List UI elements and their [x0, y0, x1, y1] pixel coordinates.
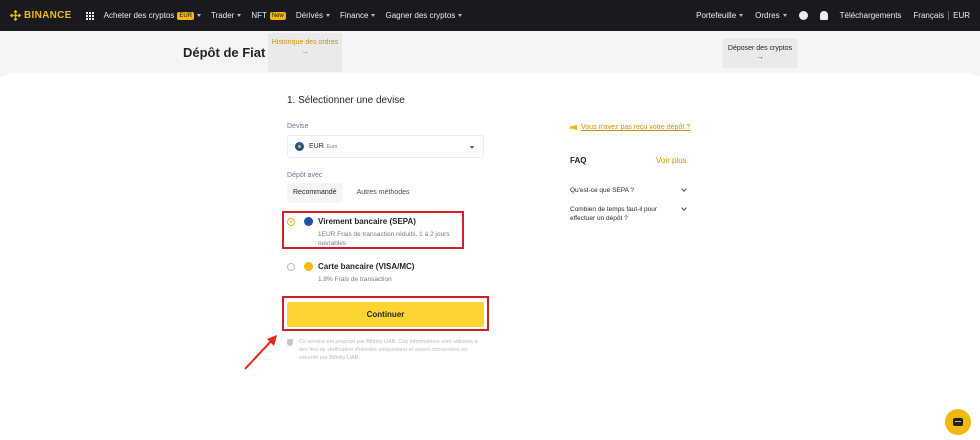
megaphone-icon — [570, 124, 577, 131]
nav-earn[interactable]: Gagner des cryptos — [385, 11, 463, 20]
top-navigation-bar: BINANCE Acheter des cryptos EUR Trader N… — [0, 0, 980, 31]
option-title: Carte bancaire (VISA/MC) — [318, 262, 415, 271]
chevron-down-icon — [458, 14, 463, 17]
nav-downloads[interactable]: Téléchargements — [840, 11, 902, 20]
binance-logo[interactable]: BINANCE — [10, 10, 72, 21]
faq-item[interactable]: Combien de temps faut-il pour effectuer … — [570, 205, 690, 223]
card-icon — [304, 262, 313, 271]
nav-trade[interactable]: Trader — [211, 11, 242, 20]
order-history-label: Historique des ordres — [271, 39, 339, 46]
disclaimer-text: Ce service est proposé par Bifinity UAB.… — [299, 339, 478, 361]
nav-label: Gagner des cryptos — [385, 11, 456, 20]
radio-selected[interactable] — [287, 218, 295, 226]
page-title: Dépôt de Fiat — [183, 45, 266, 60]
deposit-crypto-label: Déposer des cryptos — [727, 45, 793, 52]
option-sepa[interactable]: Virement bancaire (SEPA) 1EUR Frais de t… — [287, 216, 477, 247]
chat-button[interactable] — [945, 409, 971, 435]
nav-portfolio[interactable]: Portefeuille — [696, 11, 744, 20]
faq-title: FAQ — [570, 156, 587, 165]
nav-finance[interactable]: Finance — [340, 11, 376, 20]
chevron-down-icon — [197, 14, 202, 17]
chevron-down-icon — [326, 14, 331, 17]
chevron-down-icon — [470, 146, 474, 149]
method-tabs: Recommandé Autres méthodes — [287, 183, 416, 203]
user-icon[interactable] — [798, 11, 808, 20]
tab-recommended[interactable]: Recommandé — [287, 183, 343, 203]
arrow-right-icon: → — [756, 54, 764, 61]
continue-button[interactable]: Continuer — [287, 302, 484, 327]
chevron-down-icon — [237, 14, 242, 17]
main-nav: Acheter des cryptos EUR Trader NFT New D… — [104, 11, 473, 20]
option-description: 1.8% Frais de transaction — [318, 276, 392, 283]
chevron-down-icon — [681, 186, 687, 192]
bell-icon[interactable] — [819, 11, 828, 20]
chat-icon — [953, 418, 963, 426]
new-tag: New — [269, 11, 286, 20]
currency-name: Euro — [326, 143, 338, 150]
grid-icon[interactable] — [85, 11, 94, 20]
language-label: Français — [913, 11, 945, 20]
currency-tag: EUR — [177, 11, 195, 20]
faq-item[interactable]: Qu'est-ce que SEPA ? — [570, 186, 690, 195]
nav-right: Portefeuille Ordres Téléchargements Fran… — [684, 0, 970, 31]
deposit-crypto-button[interactable]: Déposer des cryptos → — [723, 38, 797, 68]
binance-logo-icon — [10, 10, 21, 21]
page-header — [0, 31, 980, 76]
currency-label: Devise — [287, 123, 309, 130]
chevron-down-icon — [371, 14, 376, 17]
brand-name: BINANCE — [24, 10, 72, 21]
currency-select[interactable]: EUR Euro — [287, 135, 484, 158]
nav-label: NFT — [251, 11, 267, 20]
shield-icon — [287, 339, 293, 346]
red-arrow-annotation — [244, 335, 277, 370]
nav-label: Ordres — [755, 11, 780, 20]
nav-label: Trader — [211, 11, 235, 20]
currency-label: EUR — [953, 11, 970, 20]
nav-label: Acheter des cryptos — [103, 11, 175, 20]
nav-orders[interactable]: Ordres — [755, 11, 787, 20]
currency-code: EUR — [309, 143, 324, 150]
faq-see-more-link[interactable]: Voir plus — [656, 156, 687, 165]
option-description: 1EUR Frais de transaction réduits, 1 à 2… — [318, 231, 450, 247]
language-currency-selector[interactable]: Français EUR — [913, 11, 970, 20]
faq-question: Qu'est-ce que SEPA ? — [570, 187, 634, 194]
chevron-down-icon — [739, 14, 744, 17]
nav-buy-crypto[interactable]: Acheter des cryptos EUR — [103, 11, 202, 20]
deposit-with-label: Dépôt avec — [287, 172, 323, 179]
eu-flag-icon — [304, 217, 313, 226]
nav-label: Finance — [340, 11, 369, 20]
nav-label: Dérivés — [295, 11, 324, 20]
chevron-down-icon — [681, 205, 687, 211]
option-title: Virement bancaire (SEPA) — [318, 217, 416, 226]
arrow-right-icon: → — [301, 47, 309, 56]
radio-unselected[interactable] — [287, 263, 295, 271]
nav-derivatives[interactable]: Dérivés — [295, 11, 331, 20]
not-received-link[interactable]: Vous n'avez pas reçu votre dépôt ? — [570, 124, 690, 131]
step-title: 1. Sélectionner une devise — [287, 95, 405, 106]
nav-label: Téléchargements — [839, 11, 902, 20]
nav-nft[interactable]: NFT New — [251, 11, 286, 20]
order-history-button[interactable]: Historique des ordres → — [268, 33, 342, 72]
faq-question: Combien de temps faut-il pour effectuer … — [570, 206, 658, 222]
chevron-down-icon — [782, 14, 787, 17]
main-content — [0, 73, 980, 440]
tab-other-methods[interactable]: Autres méthodes — [351, 183, 416, 203]
nav-label: Portefeuille — [696, 11, 737, 20]
divider — [948, 11, 950, 20]
eur-flag-icon — [295, 142, 304, 151]
not-received-text: Vous n'avez pas reçu votre dépôt ? — [581, 124, 691, 131]
disclaimer: Ce service est proposé par Bifinity UAB.… — [287, 338, 487, 362]
option-card[interactable]: Carte bancaire (VISA/MC) 1.8% Frais de t… — [287, 261, 477, 287]
